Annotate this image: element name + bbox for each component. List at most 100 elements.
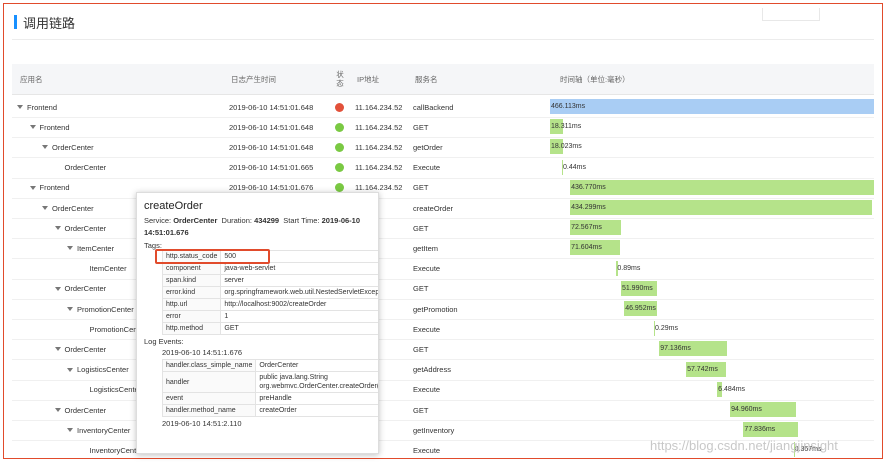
service-cell: getItem [413,243,439,253]
ip-cell: 11.164.234.52 [355,122,403,132]
event-key: handler.class_simple_name [161,359,257,372]
app-name-cell: LogisticsCenter [67,360,129,380]
service-cell: Execute [413,445,441,455]
tag-row: http.method GET [161,322,378,335]
expand-caret-icon[interactable] [54,408,61,412]
app-name-cell: OrderCenter [54,400,107,420]
app-name-cell: OrderCenter [54,279,106,299]
duration-label: 51.990ms [621,284,653,292]
page-frame: 调用链路 应用名 日志产生时间 状态 IP地址 服务名 时间轴（单位:毫秒） F… [3,3,883,459]
start-time-label: Start Time: [283,216,320,225]
timeline-bar[interactable]: 97.136ms [659,341,727,357]
tag-key: component [161,262,222,275]
table-row[interactable]: Frontend 2019-06-10 14:51:01.648 11.164.23… [12,97,874,118]
status-code-highlight [155,249,270,264]
event-row: event preHandle [161,392,378,405]
app-name: Frontend [27,102,58,112]
service-cell: GET [413,223,429,233]
app-name-cell: OrderCenter [54,218,106,238]
duration-label: 77.836ms [744,426,776,434]
timeline-bar[interactable]: 0.29ms [654,321,678,337]
table-row[interactable]: Frontend 2019-06-10 14:51:01.648 11.164.23… [12,117,874,139]
status-ok-icon [335,142,344,152]
timeline-bar[interactable]: 71.604ms [570,240,620,256]
expand-caret-icon[interactable] [54,286,61,291]
expand-caret-icon[interactable] [29,185,36,190]
title-accent-bar [14,15,17,29]
timeline-bar[interactable]: 46.952ms [624,301,657,316]
timeline-bar[interactable]: 0.44ms [561,159,586,175]
expand-caret-icon[interactable] [54,347,61,352]
status-cell [335,117,344,137]
event-timestamp: 2019-06-10 14:51:1.676 [162,348,243,357]
duration-label: Duration: [221,216,252,225]
expand-caret-icon[interactable] [42,206,48,210]
expand-caret-icon[interactable] [54,226,61,231]
service-cell: getInventory [413,425,455,435]
tag-key: span.kind [161,274,222,287]
timeline-bar[interactable]: 77.836ms [743,422,798,438]
service-cell: callBackend [413,102,454,112]
col-state: 状态 [336,70,344,88]
app-name-cell: PromotionCenter [67,299,134,319]
events-table: handler.class_simple_name OrderCenter hand… [161,359,378,417]
app-name: OrderCenter [64,405,107,415]
duration-label: 0.89ms [617,264,641,272]
duration-label: 436.770ms [571,183,606,191]
expand-caret-icon[interactable] [17,105,23,109]
expand-caret-icon[interactable] [67,246,73,251]
app-name-cell: OrderCenter [55,158,107,178]
log-time-cell: 2019-06-10 14:51:01.648 [229,122,314,132]
event-row: handler public java.lang.String org.webmv… [161,371,378,393]
timeline-bar[interactable]: 94.960ms [730,402,797,417]
expand-caret-icon[interactable] [42,145,48,150]
expand-caret-icon[interactable] [67,428,73,433]
tag-key: error [161,310,222,323]
service-cell: Execute [413,385,441,395]
status-cell [335,158,344,178]
service-cell: Execute [413,264,441,274]
app-name: LogisticsCenter [89,385,142,395]
col-log-time: 日志产生时间 [231,74,276,84]
timeline-bar[interactable]: 51.990ms [620,280,658,296]
tag-row: error 1 [161,310,378,323]
timeline-bar[interactable]: 466.113ms [550,99,874,114]
watermark: https://blog.csdn.net/jiangjinsight [650,438,838,453]
top-right-control[interactable] [762,8,820,21]
duration-label: 18.023ms [551,143,582,151]
service-cell: getOrder [413,142,443,152]
tag-value: server [220,274,378,287]
duration-label: 97.136ms [660,345,691,353]
table-row[interactable]: OrderCenter 2019-06-10 14:51:01.648 11.164… [12,137,874,159]
expand-caret-icon[interactable] [67,307,73,311]
timeline-bar[interactable]: 436.770ms [570,179,874,195]
app-name-cell: InventoryCenter [67,420,130,440]
app-name-cell: Frontend [29,117,70,137]
app-name-cell: InventoryCenter [80,440,143,458]
app-name: PromotionCenter [77,304,134,314]
expand-caret-icon[interactable] [67,367,73,372]
status-ok-icon [335,122,344,132]
app-name: ItemCenter [77,243,115,253]
status-error-icon [335,102,344,112]
event-key: event [161,392,257,405]
duration-label: 466.113ms [551,103,586,110]
timeline-bar[interactable]: 434.299ms [570,200,873,215]
timeline-bar[interactable]: 0.89ms [616,260,641,276]
table-row[interactable]: OrderCenter 2019-06-10 14:51:01.665 11.164… [12,158,874,179]
service-cell: Execute [413,324,441,334]
event-row: handler.class_simple_name OrderCenter [161,359,378,372]
app-name: ItemCenter [89,264,127,274]
app-name: OrderCenter [64,163,107,173]
timeline-bar[interactable]: 57.742ms [686,361,727,377]
expand-caret-icon[interactable] [29,125,36,130]
timeline-bar[interactable]: 18.023ms [550,139,582,155]
status-cell [335,137,344,157]
app-name-cell: ItemCenter [80,259,127,279]
timeline-bar-fill [570,179,874,195]
app-name: Frontend [39,122,70,132]
timeline-bar[interactable]: 18.311ms [550,119,581,135]
timeline-bar[interactable]: 6.484ms [717,381,745,397]
span-meta: Service: OrderCenter Duration: 434299 St… [144,215,371,239]
timeline-bar[interactable]: 72.567ms [570,220,621,236]
